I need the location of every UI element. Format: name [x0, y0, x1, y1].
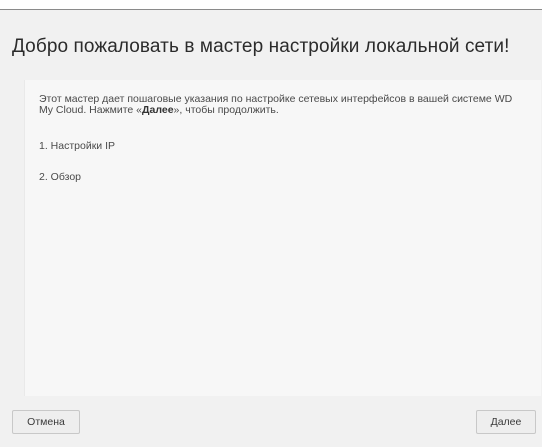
wizard-intro-text: Этот мастер дает пошаговые указания по н…	[39, 94, 529, 116]
step-ip-settings: 1. Настройки IP	[39, 140, 115, 152]
next-button[interactable]: Далее	[476, 410, 536, 434]
cancel-button[interactable]: Отмена	[12, 410, 80, 434]
wizard-content-panel: Этот мастер дает пошаговые указания по н…	[24, 80, 541, 396]
wizard-title: Добро пожаловать в мастер настройки лока…	[12, 36, 510, 57]
top-border	[0, 0, 542, 10]
step-review: 2. Обзор	[39, 171, 81, 183]
network-setup-wizard-dialog: Добро пожаловать в мастер настройки лока…	[0, 0, 542, 447]
intro-text-suffix: », чтобы продолжить.	[173, 104, 279, 116]
intro-next-emphasis: Далее	[142, 104, 174, 116]
